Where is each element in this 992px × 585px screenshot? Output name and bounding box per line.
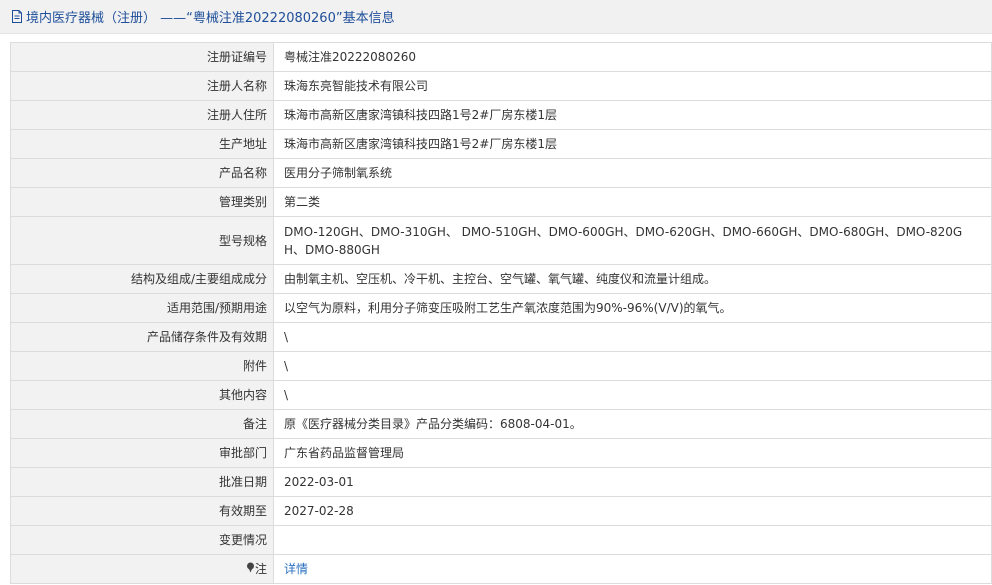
table-row: 型号规格 DMO-120GH、DMO-310GH、 DMO-510GH、DMO-… <box>10 216 992 265</box>
row-value: \ <box>273 351 992 381</box>
row-value: 珠海市高新区唐家湾镇科技四路1号2#厂房东楼1层 <box>273 129 992 159</box>
note-label: 注 <box>254 562 267 576</box>
table-row: 结构及组成/主要组成成分 由制氧主机、空压机、冷干机、主控台、空气罐、氧气罐、纯… <box>10 264 992 294</box>
row-value: 由制氧主机、空压机、冷干机、主控台、空气罐、氧气罐、纯度仪和流量计组成。 <box>273 264 992 294</box>
row-label: 生产地址 <box>10 129 274 159</box>
row-label: 型号规格 <box>10 216 274 265</box>
table-row: 注册人名称 珠海东亮智能技术有限公司 <box>10 71 992 101</box>
document-icon <box>10 10 24 24</box>
row-value: 第二类 <box>273 187 992 217</box>
note-value-cell: 详情 <box>273 554 992 584</box>
row-label: 注册证编号 <box>10 42 274 72</box>
row-value <box>273 525 992 555</box>
note-row: 注 详情 <box>10 554 992 584</box>
table-row: 变更情况 <box>10 525 992 555</box>
table-row: 产品储存条件及有效期 \ <box>10 322 992 352</box>
row-value: 珠海东亮智能技术有限公司 <box>273 71 992 101</box>
table-row: 生产地址 珠海市高新区唐家湾镇科技四路1号2#厂房东楼1层 <box>10 129 992 159</box>
row-label: 批准日期 <box>10 467 274 497</box>
row-value: \ <box>273 380 992 410</box>
table-row: 备注 原《医疗器械分类目录》产品分类编码：6808-04-01。 <box>10 409 992 439</box>
row-label: 注册人住所 <box>10 100 274 130</box>
page-title: 境内医疗器械（注册） ——“粤械注准20222080260”基本信息 <box>26 11 395 26</box>
row-label: 变更情况 <box>10 525 274 555</box>
row-label: 适用范围/预期用途 <box>10 293 274 323</box>
row-label: 附件 <box>10 351 274 381</box>
row-label: 有效期至 <box>10 496 274 526</box>
row-value: 粤械注准20222080260 <box>273 42 992 72</box>
table-row: 批准日期 2022-03-01 <box>10 467 992 497</box>
row-label: 注册人名称 <box>10 71 274 101</box>
row-value: 医用分子筛制氧系统 <box>273 158 992 188</box>
table-row: 注册人住所 珠海市高新区唐家湾镇科技四路1号2#厂房东楼1层 <box>10 100 992 130</box>
table-row: 注册证编号 粤械注准20222080260 <box>10 42 992 72</box>
row-label: 其他内容 <box>10 380 274 410</box>
table-row: 管理类别 第二类 <box>10 187 992 217</box>
row-value: 广东省药品监督管理局 <box>273 438 992 468</box>
title-bar: 境内医疗器械（注册） ——“粤械注准20222080260”基本信息 <box>0 0 992 34</box>
row-value: 原《医疗器械分类目录》产品分类编码：6808-04-01。 <box>273 409 992 439</box>
row-label: 产品储存条件及有效期 <box>10 322 274 352</box>
table-row: 审批部门 广东省药品监督管理局 <box>10 438 992 468</box>
row-label: 审批部门 <box>10 438 274 468</box>
details-link[interactable]: 详情 <box>284 562 308 576</box>
row-value: 2027-02-28 <box>273 496 992 526</box>
table-row: 附件 \ <box>10 351 992 381</box>
table-row: 有效期至 2027-02-28 <box>10 496 992 526</box>
row-value: \ <box>273 322 992 352</box>
row-label: 产品名称 <box>10 158 274 188</box>
row-label: 管理类别 <box>10 187 274 217</box>
row-value: 以空气为原料，利用分子筛变压吸附工艺生产氧浓度范围为90%-96%(V/V)的氧… <box>273 293 992 323</box>
row-label: 备注 <box>10 409 274 439</box>
table-row: 适用范围/预期用途 以空气为原料，利用分子筛变压吸附工艺生产氧浓度范围为90%-… <box>10 293 992 323</box>
pin-icon <box>246 560 255 578</box>
table-row: 其他内容 \ <box>10 380 992 410</box>
note-label-cell: 注 <box>10 554 274 584</box>
table-row: 产品名称 医用分子筛制氧系统 <box>10 158 992 188</box>
row-value: 2022-03-01 <box>273 467 992 497</box>
row-value: 珠海市高新区唐家湾镇科技四路1号2#厂房东楼1层 <box>273 100 992 130</box>
row-label: 结构及组成/主要组成成分 <box>10 264 274 294</box>
detail-table: 注册证编号 粤械注准20222080260 注册人名称 珠海东亮智能技术有限公司… <box>10 42 992 584</box>
row-value: DMO-120GH、DMO-310GH、 DMO-510GH、DMO-600GH… <box>273 216 992 265</box>
